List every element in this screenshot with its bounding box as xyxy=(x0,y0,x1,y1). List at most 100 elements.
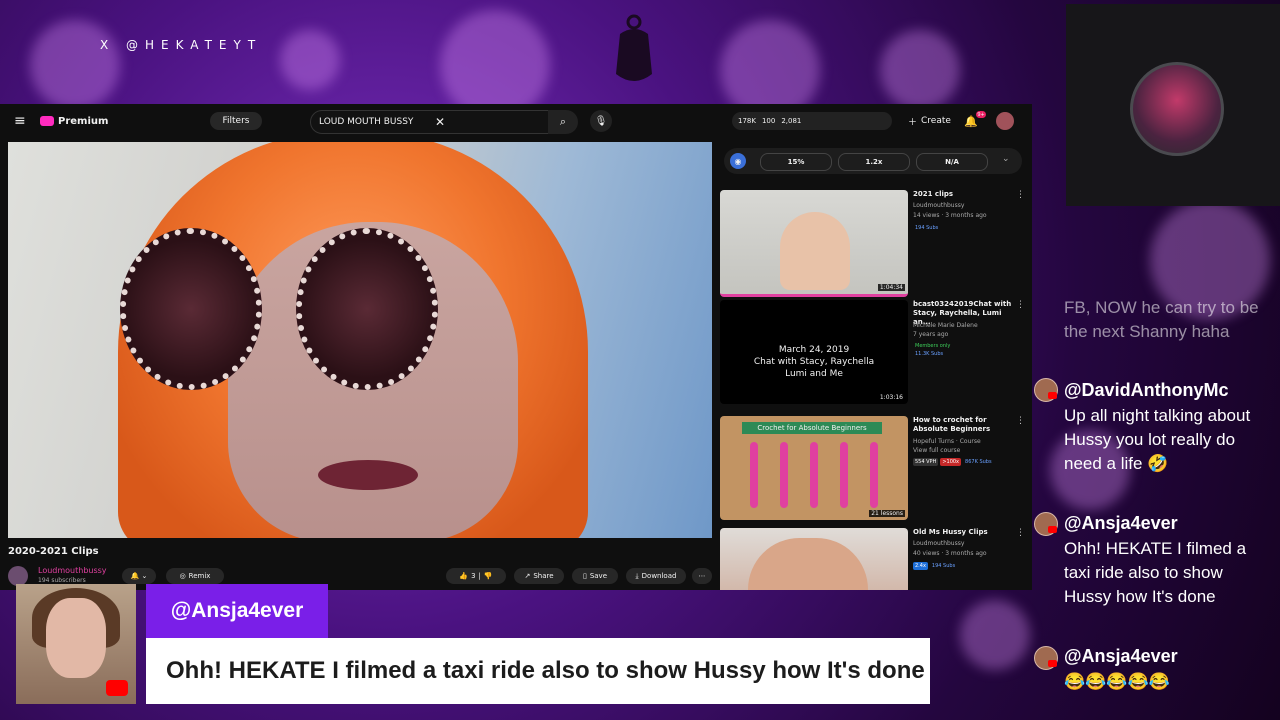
thumbnail-person xyxy=(780,212,850,290)
moon-goddess-logo-icon xyxy=(616,14,652,81)
sunglasses-right-lens xyxy=(296,228,438,390)
stats-views: 178K xyxy=(738,117,756,125)
youtube-icon xyxy=(106,680,128,696)
stats-likes: 100 xyxy=(761,117,776,125)
recommended-badges: 554 VPH >100x 867K Subs xyxy=(913,458,1023,466)
crochet-stitch xyxy=(840,442,848,508)
speed-pill[interactable]: 1.2x xyxy=(838,153,910,171)
na-pill[interactable]: N/A xyxy=(916,153,988,171)
share-label: Share xyxy=(533,572,554,580)
clear-search-icon[interactable]: ✕ xyxy=(427,115,549,129)
chevron-down-icon[interactable]: ⌄ xyxy=(1002,154,1010,164)
outlier-badge: 2.4x xyxy=(913,562,928,570)
video-thumbnail[interactable] xyxy=(720,528,908,590)
bokeh-light xyxy=(280,30,340,90)
streamer-avatar xyxy=(1130,62,1224,156)
channel-name[interactable]: Loudmouthbussy xyxy=(38,566,107,575)
bookmark-icon: ▯ xyxy=(582,572,587,580)
video-thumbnail[interactable]: Crochet for Absolute Beginners 21 lesson… xyxy=(720,416,908,520)
user-avatar[interactable] xyxy=(996,112,1014,130)
recommended-badges: 2.4x 194 Subs xyxy=(913,562,1023,570)
webcam-panel xyxy=(1066,4,1280,206)
extension-icon[interactable]: ◉ xyxy=(730,153,746,169)
channel-avatar[interactable] xyxy=(8,566,28,586)
more-options-icon[interactable]: ⋮ xyxy=(1016,416,1025,426)
save-button[interactable]: ▯ Save xyxy=(572,568,618,584)
remix-label: Remix xyxy=(188,572,211,580)
subs-badge: 194 Subs xyxy=(915,225,939,231)
chat-message: 😂😂😂😂😂 xyxy=(1064,672,1170,691)
thumbs-up-icon: 👍 xyxy=(459,572,469,580)
chat-username: @Ansja4ever xyxy=(1064,513,1178,533)
download-icon: ⤓ xyxy=(635,571,639,580)
crochet-stitch xyxy=(810,442,818,508)
highlight-message: Ohh! HEKATE I filmed a taxi ride also to… xyxy=(146,638,930,704)
recommended-views: 40 views · 3 months ago xyxy=(913,550,987,557)
recommended-video[interactable]: March 24, 2019 Chat with Stacy, Raychell… xyxy=(720,300,1030,404)
stats-count: 2,081 xyxy=(781,117,802,125)
stream-handle: X @HEKATEYT xyxy=(100,38,263,52)
duration-badge: 1:03:16 xyxy=(877,394,905,401)
recommended-channel: Loudmouthbussy xyxy=(913,202,965,209)
recommended-video[interactable]: 1:04:34 2021 clips Loudmouthbussy 14 vie… xyxy=(720,190,1030,297)
more-options-icon[interactable]: ⋮ xyxy=(1016,190,1025,200)
remix-icon: ◎ xyxy=(179,572,186,580)
mic-icon[interactable]: 🎙 xyxy=(590,110,612,132)
crochet-stitch xyxy=(870,442,878,508)
create-button[interactable]: ＋ Create xyxy=(908,104,951,138)
recommended-channel: Hopeful Turns · Course xyxy=(913,438,981,445)
chat-username: @Ansja4ever xyxy=(1064,646,1178,666)
like-count: 3 xyxy=(471,572,476,580)
subscriber-count: 194 subscribers xyxy=(38,577,86,584)
brand-label: Premium xyxy=(58,115,109,127)
recommended-course-link[interactable]: View full course xyxy=(913,447,1023,455)
crochet-stitch xyxy=(750,442,758,508)
search-button[interactable]: ⌕ xyxy=(548,110,578,134)
video-player[interactable] xyxy=(8,142,712,538)
thumbnail-caption: Crochet for Absolute Beginners xyxy=(742,422,882,434)
download-label: Download xyxy=(641,572,677,580)
subs-badge: 194 Subs xyxy=(931,563,956,569)
video-thumbnail[interactable]: March 24, 2019 Chat with Stacy, Raychell… xyxy=(720,300,908,404)
video-title: 2020-2021 Clips xyxy=(8,546,99,557)
more-options-icon[interactable]: ⋮ xyxy=(1016,528,1025,538)
chat-message: Ohh! HEKATE I filmed a taxi ride also to… xyxy=(1064,539,1247,606)
recommended-views: 14 views · 3 months ago xyxy=(913,212,987,219)
percent-pill[interactable]: 15% xyxy=(760,153,832,171)
search-input[interactable]: LOUD MOUTH BUSSY ✕ xyxy=(310,110,550,134)
subscribe-bell-button[interactable]: 🔔 ⌄ xyxy=(122,568,156,584)
filters-button[interactable]: Filters xyxy=(210,112,262,130)
remix-button[interactable]: ◎ Remix xyxy=(166,568,224,584)
channel-row: Loudmouthbussy 194 subscribers 🔔 ⌄ ◎ Remi… xyxy=(8,566,712,586)
more-options-icon[interactable]: ⋮ xyxy=(1016,300,1025,310)
like-button[interactable]: 👍 3 | 👎 xyxy=(446,568,506,584)
filters-label: Filters xyxy=(222,116,250,126)
duration-badge: 1:04:34 xyxy=(877,284,905,291)
create-label: Create xyxy=(921,116,951,126)
recommended-title[interactable]: How to crochet for Absolute Beginners xyxy=(913,416,1013,434)
youtube-badge-icon xyxy=(1048,526,1057,533)
chat-message: FB, NOW he can try to be the next Shanny… xyxy=(1064,298,1259,341)
more-actions-button[interactable]: ⋯ xyxy=(692,568,712,584)
bell-icon[interactable]: 🔔 xyxy=(964,104,978,138)
thumbnail-caption: March 24, 2019 Chat with Stacy, Raychell… xyxy=(753,345,875,379)
recommended-title[interactable]: 2021 clips xyxy=(913,190,1013,199)
crochet-stitch xyxy=(780,442,788,508)
hamburger-menu-icon[interactable]: ≡ xyxy=(14,104,26,138)
youtube-window: ≡ Premium Filters LOUD MOUTH BUSSY ✕ ⌕ 🎙 … xyxy=(0,104,1032,590)
outlier-badge: >100x xyxy=(940,458,962,466)
youtube-logo[interactable]: Premium xyxy=(40,104,108,138)
notification-badge: 9+ xyxy=(976,111,986,118)
youtube-badge-icon xyxy=(1048,660,1057,667)
video-thumbnail[interactable]: 1:04:34 xyxy=(720,190,908,297)
recommended-badges: Members only 11.3K Subs xyxy=(913,342,1023,358)
chat-username: @DavidAnthonyMc xyxy=(1064,380,1229,400)
members-badge: Members only xyxy=(915,343,951,349)
search-query-text: LOUD MOUTH BUSSY xyxy=(319,117,414,127)
download-button[interactable]: ⤓ Download xyxy=(626,568,686,584)
recommended-video[interactable]: Crochet for Absolute Beginners 21 lesson… xyxy=(720,416,1030,520)
recommended-title[interactable]: Old Ms Hussy Clips xyxy=(913,528,1013,537)
recommended-video[interactable]: Old Ms Hussy Clips Loudmouthbussy 40 vie… xyxy=(720,528,1030,590)
highlight-username: @Ansja4ever xyxy=(146,584,328,638)
share-button[interactable]: ↗ Share xyxy=(514,568,564,584)
